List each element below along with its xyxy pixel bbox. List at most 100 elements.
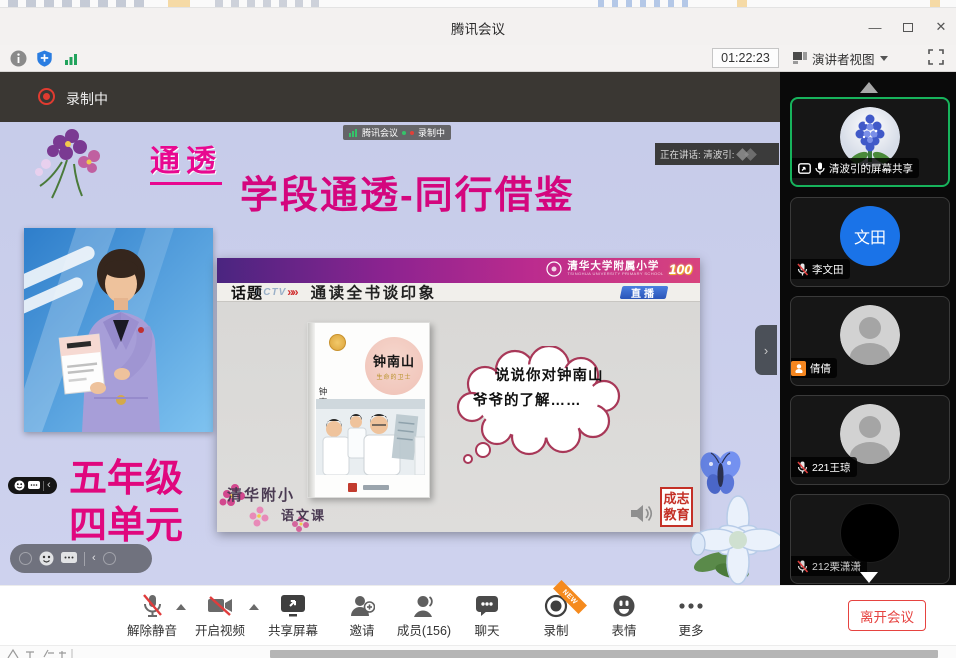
mic-muted-icon <box>140 593 164 619</box>
person-badge-icon <box>791 361 806 376</box>
divider <box>43 481 44 491</box>
background-app-strip-bottom <box>0 645 956 658</box>
more-button[interactable]: 更多 <box>656 593 726 639</box>
slide-header-title: 通读全书谈印象 <box>311 281 437 303</box>
scroll-up-icon[interactable] <box>860 82 878 93</box>
participant-name: 李文田 <box>812 262 844 277</box>
chevron-down-icon <box>880 56 888 61</box>
collapse-left-icon[interactable]: ‹ <box>47 480 51 491</box>
avatar <box>840 305 900 365</box>
record-dot-icon <box>38 88 55 105</box>
avatar <box>840 404 900 464</box>
mic-muted-icon <box>797 263 808 276</box>
book-gold-seal <box>329 334 346 351</box>
camera-off-icon <box>207 595 233 617</box>
teacher-video <box>24 228 213 432</box>
avatar: 文田 <box>840 206 900 266</box>
topic-label: 话题 <box>231 282 263 303</box>
slide-corner-tag: 通透 <box>150 136 222 185</box>
participant-name: 倩倩 <box>810 361 831 376</box>
emoji-icon[interactable] <box>14 480 25 491</box>
divider <box>84 552 85 566</box>
slide-main-title: 学段通透-同行借鉴 <box>240 164 575 219</box>
participant-name-pill: 221王琼 <box>791 457 857 477</box>
reaction-mini-toolbar[interactable]: ‹ <box>8 477 57 494</box>
participant-tile[interactable]: 文田 李文田 <box>790 197 950 287</box>
maximize-button[interactable] <box>895 16 921 38</box>
view-mode-selector[interactable]: 演讲者视图 <box>793 48 888 68</box>
scroll-down-icon[interactable] <box>860 572 878 583</box>
participant-name: 212栗潇潇 <box>812 559 861 574</box>
background-app-strip-top <box>0 0 956 8</box>
tool-ring-icon[interactable] <box>103 552 116 565</box>
fullscreen-icon[interactable] <box>928 49 944 65</box>
meeting-pill-overlay: 腾讯会议 录制中 <box>343 125 451 140</box>
live-badge: 直播 <box>620 286 669 299</box>
meeting-controlbar: 解除静音 开启视频 共享屏幕 邀请 成员(156) <box>0 585 956 645</box>
more-dots-icon <box>678 601 704 611</box>
share-screen-button[interactable]: 共享屏幕 <box>258 593 328 639</box>
maximize-icon <box>903 23 913 32</box>
signal-mini-icon <box>349 128 358 137</box>
chat-icon <box>475 595 499 617</box>
pill-recording: 录制中 <box>418 126 445 139</box>
flower-bouquet-decoration <box>22 120 118 202</box>
annotation-toolbar[interactable]: ‹ <box>10 544 152 573</box>
recording-label: 录制中 <box>66 89 108 109</box>
mic-muted-icon <box>797 461 808 474</box>
view-mode-label: 演讲者视图 <box>812 49 875 68</box>
footer-course: 语文课 <box>281 505 326 524</box>
participant-tile[interactable]: 倩倩 <box>790 296 950 386</box>
clipped-glyphs <box>4 648 94 658</box>
meeting-statusbar: 01:22:23 演讲者视图 <box>0 45 956 72</box>
anniversary-logo: 100 <box>669 261 692 277</box>
speaking-text: 正在讲话: 清波引: <box>660 147 734 161</box>
unmute-button[interactable]: 解除静音 <box>117 593 187 639</box>
network-signal-icon[interactable] <box>63 50 80 67</box>
participant-tile[interactable]: 清波引的屏幕共享 <box>790 97 950 187</box>
sidebar-collapse-handle[interactable]: › <box>755 325 777 375</box>
minimize-button[interactable]: — <box>862 16 888 38</box>
emoji-icon[interactable] <box>39 551 54 566</box>
flower-decoration <box>686 492 780 585</box>
book-title: 钟南山 <box>373 351 415 370</box>
chat-button[interactable]: 聊天 <box>452 593 522 639</box>
layout-icon <box>793 52 807 64</box>
participant-tile[interactable]: 221王琼 <box>790 395 950 485</box>
bubble-text-line1: 说说你对钟南山 <box>495 364 604 385</box>
collapse-left-icon[interactable]: ‹ <box>92 553 96 564</box>
info-icon[interactable] <box>10 50 27 67</box>
window-titlebar: 腾讯会议 — ✕ <box>0 8 956 45</box>
emoji-button[interactable]: 表情 <box>589 593 659 639</box>
book-subtitle: 生命的卫士 <box>376 372 411 381</box>
record-button[interactable]: NEW 录制 <box>521 593 591 639</box>
chat-bubble-icon[interactable] <box>61 552 77 565</box>
chat-bubble-icon[interactable] <box>28 481 40 491</box>
participant-name-pill: 倩倩 <box>791 358 837 378</box>
security-shield-icon[interactable] <box>36 50 53 67</box>
footer-school: 清华附小 <box>227 484 295 505</box>
leave-meeting-button[interactable]: 离开会议 <box>848 600 926 631</box>
lesson-slide: 清华大学附属小学 TSINGHUA UNIVERSITY PRIMARY SCH… <box>217 258 700 532</box>
red-dot-icon <box>410 131 414 135</box>
start-video-button[interactable]: 开启视频 <box>185 593 255 639</box>
green-dot-icon <box>402 131 406 135</box>
background-taskbar <box>270 650 938 658</box>
voice-wave-icon <box>745 148 758 161</box>
book-spine <box>308 323 315 497</box>
participant-name: 221王琼 <box>812 460 851 475</box>
speaking-banner: 正在讲话: 清波引: <box>655 143 779 165</box>
avatar <box>840 503 900 563</box>
participant-name-pill: 清波引的屏幕共享 <box>792 158 919 178</box>
window-title: 腾讯会议 <box>0 18 956 38</box>
slide-top-band: 清华大学附属小学 TSINGHUA UNIVERSITY PRIMARY SCH… <box>217 258 700 283</box>
share-screen-icon <box>280 594 306 618</box>
school-name-en: TSINGHUA UNIVERSITY PRIMARY SCHOOL <box>567 272 663 276</box>
bubble-text-line2: 爷爷的了解…… <box>473 389 582 410</box>
close-button[interactable]: ✕ <box>928 16 954 38</box>
participant-tile[interactable]: 212栗潇潇 <box>790 494 950 584</box>
members-icon <box>412 594 436 618</box>
mic-muted-icon <box>797 560 808 573</box>
tool-ring-icon[interactable] <box>19 552 32 565</box>
participant-name-pill: 李文田 <box>791 259 850 279</box>
